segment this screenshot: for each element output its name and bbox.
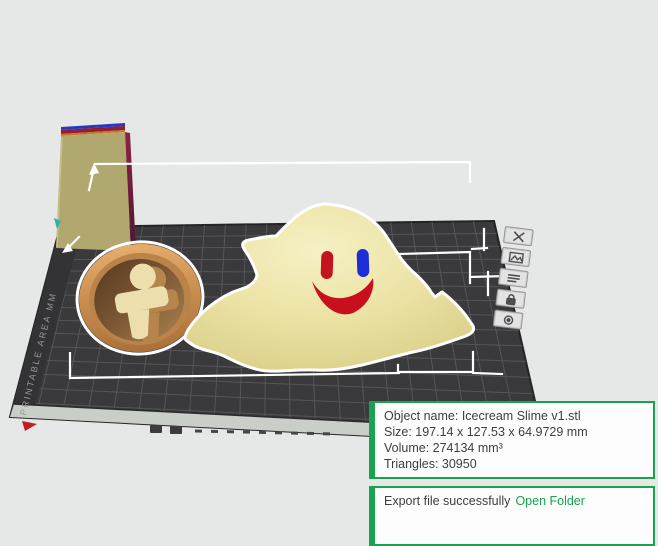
export-notification: Export file successfully Open Folder — [369, 486, 655, 546]
plate-settings-icon[interactable] — [493, 309, 524, 329]
object-info-panel: Object name: Icecream Slime v1.stl Size:… — [369, 401, 655, 479]
slicer-viewport: { "scene": { "background_color": "#e6e7e… — [0, 0, 658, 500]
delete-plate-icon[interactable] — [503, 226, 534, 246]
object-size-line: Size: 197.14 x 127.53 x 64.9729 mm — [384, 424, 644, 440]
slime-right-eye — [357, 249, 370, 277]
plate-band-icon-2 — [170, 426, 182, 434]
plate-band-icon-1 — [150, 425, 162, 433]
lock-plate-icon[interactable] — [495, 289, 526, 309]
plate-logo-red — [22, 421, 37, 431]
object-volume-line: Volume: 274134 mm³ — [384, 440, 644, 456]
rename-plate-icon[interactable] — [498, 268, 529, 288]
open-folder-link[interactable]: Open Folder — [515, 494, 584, 508]
object-name-line: Object name: Icecream Slime v1.stl — [384, 408, 644, 424]
object-triangles-line: Triangles: 30950 — [384, 456, 644, 472]
arrange-plate-icon[interactable] — [500, 247, 531, 267]
export-message: Export file successfully — [384, 494, 510, 508]
slime-left-eye — [321, 251, 334, 279]
